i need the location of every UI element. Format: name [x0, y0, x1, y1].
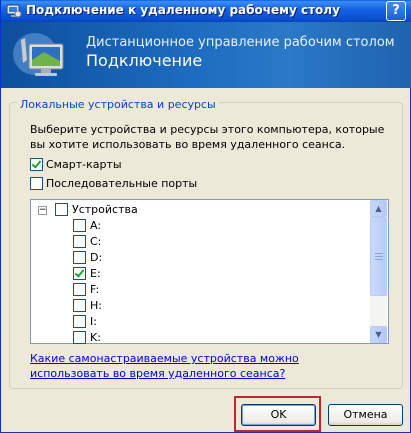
scroll-up-arrow-icon[interactable]: ▲	[370, 200, 387, 217]
window-title: Подключение к удаленному рабочему столу	[26, 3, 340, 17]
drive-label[interactable]: A:	[90, 219, 101, 232]
drive-checkbox[interactable]	[73, 299, 86, 312]
drive-checkbox[interactable]	[73, 235, 86, 248]
drive-checkbox[interactable]	[73, 251, 86, 264]
drive-label[interactable]: K:	[90, 331, 101, 344]
drive-checkbox[interactable]	[73, 315, 86, 328]
devices-root-label[interactable]: Устройства	[72, 203, 138, 216]
banner-title: Подключение	[86, 51, 203, 70]
smart-cards-checkbox[interactable]	[30, 158, 43, 171]
help-button[interactable]: ?	[386, 1, 406, 21]
remote-desktop-icon	[6, 4, 22, 18]
smart-cards-label[interactable]: Смарт-карты	[46, 158, 122, 171]
scroll-down-arrow-icon[interactable]: ▼	[370, 326, 387, 343]
drive-checkbox[interactable]	[73, 331, 86, 344]
drive-label[interactable]: H:	[90, 299, 102, 312]
devices-root-checkbox[interactable]	[55, 203, 68, 216]
supported-devices-help-link[interactable]: Какие самонастраиваемые устройства можно…	[30, 351, 380, 381]
drive-label[interactable]: F:	[90, 283, 99, 296]
collapse-expander[interactable]: −	[38, 206, 47, 215]
drive-checkbox[interactable]	[73, 283, 86, 296]
serial-ports-checkbox[interactable]	[30, 177, 43, 190]
rdp-dialog: Подключение к удаленному рабочему столу …	[0, 0, 411, 433]
drive-label[interactable]: D:	[90, 251, 102, 264]
banner-subtitle: Дистанционное управление рабочим столом	[86, 35, 395, 50]
title-bar[interactable]: Подключение к удаленному рабочему столу …	[1, 0, 411, 22]
group-description: Выберите устройства и ресурсы этого комп…	[30, 123, 385, 151]
cancel-button[interactable]: Отмена	[328, 404, 403, 426]
drive-checkbox[interactable]	[73, 267, 86, 280]
drive-label[interactable]: I:	[90, 315, 97, 328]
remote-desktop-monitor-icon	[13, 33, 64, 76]
drive-checkbox[interactable]	[73, 219, 86, 232]
header-banner: Дистанционное управление рабочим столом …	[1, 22, 411, 88]
serial-ports-label[interactable]: Последовательные порты	[46, 177, 197, 190]
scroll-thumb[interactable]	[370, 217, 387, 296]
drive-label[interactable]: E:	[90, 267, 101, 280]
ok-highlight-frame	[234, 396, 321, 432]
tree-scrollbar[interactable]: ▲ ▼	[370, 200, 387, 343]
drive-label[interactable]: C:	[90, 235, 101, 248]
group-legend: Локальные устройства и ресурсы	[17, 98, 219, 111]
